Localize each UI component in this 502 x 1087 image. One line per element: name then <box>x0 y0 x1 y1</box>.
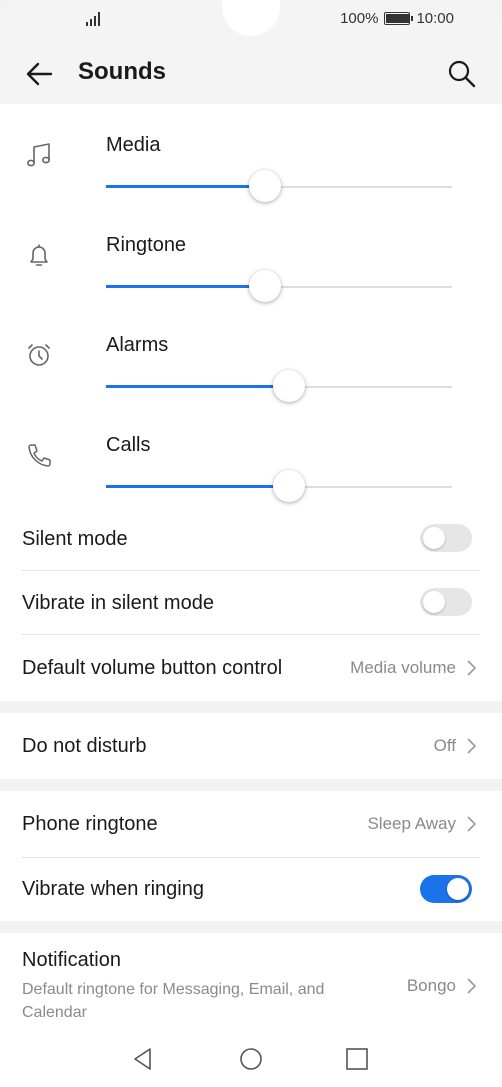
search-icon <box>448 60 476 88</box>
slider-fill <box>106 485 289 488</box>
vibrate-silent-row[interactable]: Vibrate in silent mode <box>0 571 502 634</box>
phone-icon <box>28 444 51 467</box>
slider-thumb[interactable] <box>249 170 281 202</box>
arrow-left-icon <box>26 62 53 86</box>
battery-percent: 100% <box>340 10 379 27</box>
sounds-settings-screen: 100% 10:00 Sounds Media Ringtone Alarms … <box>0 0 502 1087</box>
notification-ringtone-row[interactable]: Notification Default ringtone for Messag… <box>0 933 502 1030</box>
phone-ringtone-label: Phone ringtone <box>22 813 158 835</box>
clock: 10:00 <box>416 10 454 27</box>
chevron-right-icon <box>467 660 477 676</box>
section-separator <box>0 701 502 713</box>
calls-volume-slider[interactable] <box>106 470 452 504</box>
app-header: Sounds <box>0 44 502 104</box>
volume-label-calls: Calls <box>106 434 151 456</box>
camera-notch <box>222 0 280 36</box>
nav-recents-icon[interactable] <box>344 1046 370 1072</box>
volume-button-control-label: Default volume button control <box>22 657 283 679</box>
toggle-knob <box>423 527 445 549</box>
section-separator <box>0 921 502 933</box>
chevron-right-icon <box>467 978 477 994</box>
status-right: 100% 10:00 <box>340 10 454 27</box>
chevron-right-icon <box>467 738 477 754</box>
notification-label: Notification <box>22 949 121 971</box>
slider-fill <box>106 185 265 188</box>
slider-thumb[interactable] <box>273 470 305 502</box>
do-not-disturb-label: Do not disturb <box>22 735 147 757</box>
volume-row-ringtone: Ringtone <box>0 212 502 312</box>
silent-mode-row[interactable]: Silent mode <box>0 508 502 570</box>
volume-row-media: Media <box>0 112 502 212</box>
nav-back-icon[interactable] <box>130 1046 156 1072</box>
ringtone-volume-slider[interactable] <box>106 270 452 304</box>
notification-sublabel: Default ringtone for Messaging, Email, a… <box>22 981 325 1021</box>
volume-row-alarms: Alarms <box>0 312 502 412</box>
vibrate-ringing-toggle[interactable] <box>420 875 472 903</box>
do-not-disturb-row[interactable]: Do not disturb Off <box>0 713 502 779</box>
vibrate-ringing-row[interactable]: Vibrate when ringing <box>0 858 502 921</box>
phone-ringtone-row[interactable]: Phone ringtone Sleep Away <box>0 791 502 857</box>
alarms-volume-slider[interactable] <box>106 370 452 404</box>
slider-thumb[interactable] <box>249 270 281 302</box>
battery-fill <box>386 14 411 23</box>
volume-button-control-row[interactable]: Default volume button control Media volu… <box>0 635 502 701</box>
page-title: Sounds <box>78 58 166 85</box>
volume-button-control-value: Media volume <box>350 658 456 677</box>
volume-label-alarms: Alarms <box>106 334 169 356</box>
media-volume-slider[interactable] <box>106 170 452 204</box>
bell-icon <box>30 244 48 266</box>
volume-row-calls: Calls <box>0 412 502 512</box>
music-note-icon <box>27 143 50 167</box>
signal-strength-icon <box>86 12 100 26</box>
vibrate-silent-toggle[interactable] <box>420 588 472 616</box>
vibrate-ringing-label: Vibrate when ringing <box>22 878 204 900</box>
back-button[interactable] <box>22 56 58 92</box>
do-not-disturb-value: Off <box>433 736 456 755</box>
slider-thumb[interactable] <box>273 370 305 402</box>
status-bar: 100% 10:00 <box>0 0 502 44</box>
slider-fill <box>106 385 289 388</box>
toggle-knob <box>423 591 445 613</box>
phone-ringtone-value: Sleep Away <box>367 814 456 833</box>
battery-icon <box>384 12 414 25</box>
volume-label-ringtone: Ringtone <box>106 234 187 256</box>
nav-home-icon[interactable] <box>238 1046 264 1072</box>
silent-mode-toggle[interactable] <box>420 524 472 552</box>
slider-fill <box>106 285 265 288</box>
chevron-right-icon <box>467 816 477 832</box>
volume-label-media: Media <box>106 134 161 156</box>
section-separator <box>0 779 502 791</box>
notification-value: Bongo <box>406 976 456 995</box>
silent-mode-label: Silent mode <box>22 528 128 550</box>
alarm-clock-icon <box>28 344 50 366</box>
search-button[interactable] <box>444 56 480 92</box>
toggle-knob <box>447 878 469 900</box>
navigation-bar <box>0 1030 502 1087</box>
vibrate-silent-label: Vibrate in silent mode <box>22 592 214 614</box>
